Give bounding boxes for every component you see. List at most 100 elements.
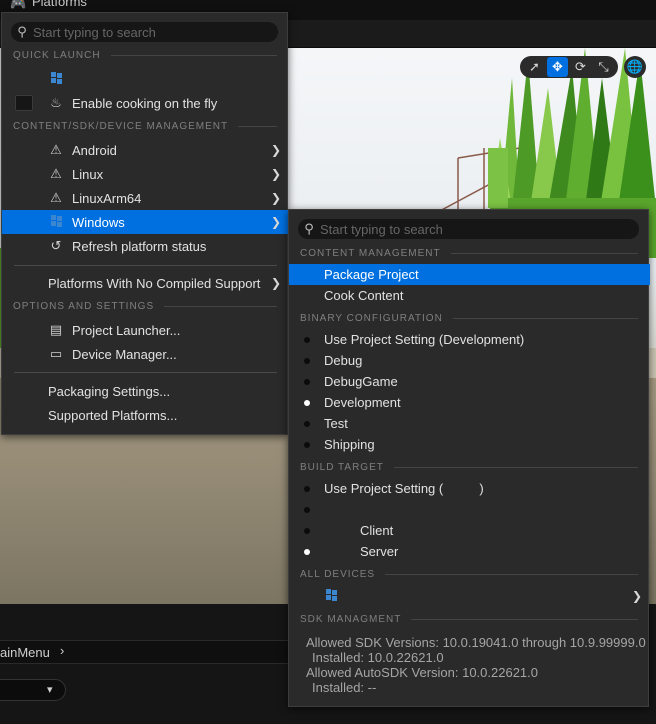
binary-test[interactable]: Test [289, 413, 650, 434]
rotate-icon[interactable]: ⟳ [570, 57, 591, 77]
platforms-no-compiled-support[interactable]: Platforms With No Compiled Support ❯ [2, 271, 289, 295]
target-option-label: Use Project Setting ( ) [324, 481, 484, 496]
cooking-pot-icon: ♨ [50, 95, 62, 110]
chevron-right-icon: ❯ [270, 167, 281, 181]
binary-development[interactable]: Development [289, 392, 650, 413]
chevron-right-icon: ❯ [270, 276, 281, 290]
package-project-label: Package Project [324, 267, 419, 282]
section-label: QUICK LAUNCH [13, 49, 101, 61]
bottom-combo-box[interactable]: ▾ [0, 679, 66, 701]
target-option-label: Client [360, 523, 394, 538]
target-client[interactable]: Client [289, 520, 650, 541]
radio-dot [304, 421, 310, 427]
binary-option-label: DebugGame [324, 374, 398, 389]
scale-icon[interactable]: ⤡ [593, 57, 614, 77]
section-content-management: CONTENT MANAGEMENT [289, 245, 650, 261]
transform-tools: ➚ ✥ ⟳ ⤡ [520, 56, 618, 78]
breadcrumb-label[interactable]: ainMenu [0, 645, 50, 660]
search-icon: ⚲ [17, 24, 27, 39]
device-manager[interactable]: ▭ Device Manager... [2, 342, 289, 366]
warning-icon: ⚠ [50, 166, 62, 181]
radio-dot [304, 442, 310, 448]
enable-cooking-label: Enable cooking on the fly [72, 95, 218, 111]
section-sdk-management: SDK MANAGMENT [289, 611, 650, 627]
section-options: OPTIONS AND SETTINGS [2, 298, 289, 314]
platform-linux[interactable]: ⚠ Linux ❯ [2, 162, 289, 186]
chevron-right-icon: ❯ [270, 143, 281, 157]
enable-cooking-toggle[interactable]: ♨ Enable cooking on the fly [2, 91, 289, 115]
chevron-down-icon: ▾ [47, 684, 53, 696]
section-quick-launch: QUICK LAUNCH [2, 47, 289, 63]
section-label: CONTENT MANAGEMENT [300, 247, 441, 259]
binary-option-label: Test [324, 416, 348, 431]
cook-content[interactable]: Cook Content [289, 285, 650, 306]
radio-dot-selected [304, 549, 310, 555]
radio-dot [304, 337, 310, 343]
platforms-search[interactable]: ⚲ [11, 22, 278, 42]
windows-logo-icon [48, 214, 66, 230]
binary-use-project-setting[interactable]: Use Project Setting (Development) [289, 329, 650, 350]
chevron-right-icon: ❯ [270, 191, 281, 205]
chevron-right-icon[interactable]: › [60, 643, 64, 658]
platform-windows[interactable]: Windows ❯ [2, 210, 289, 234]
platforms-search-input[interactable] [33, 24, 278, 40]
select-arrow-icon[interactable]: ➚ [524, 57, 545, 77]
move-icon[interactable]: ✥ [547, 57, 568, 77]
packaging-settings[interactable]: Packaging Settings... [2, 379, 289, 403]
binary-option-label: Shipping [324, 437, 375, 452]
target-server[interactable]: Server [289, 541, 650, 562]
breadcrumb[interactable]: ainMenu › [0, 640, 300, 664]
platform-android[interactable]: ⚠ Android ❯ [2, 138, 289, 162]
binary-option-label: Development [324, 395, 401, 410]
package-project[interactable]: Package Project [289, 264, 650, 285]
target-game[interactable] [289, 499, 650, 520]
platform-linuxarm64[interactable]: ⚠ LinuxArm64 ❯ [2, 186, 289, 210]
cook-content-label: Cook Content [324, 288, 404, 303]
section-label: SDK MANAGMENT [300, 613, 402, 625]
enable-cooking-checkbox[interactable] [15, 95, 33, 111]
binary-debug[interactable]: Debug [289, 350, 650, 371]
supported-platforms-label: Supported Platforms... [48, 407, 178, 423]
supported-platforms[interactable]: Supported Platforms... [2, 403, 289, 427]
all-devices-windows[interactable]: ❯ [289, 585, 650, 607]
divider [14, 265, 277, 266]
sdk-installed: Installed: 10.0.22621.0 [312, 650, 444, 665]
platforms-icon[interactable]: 🎮 [10, 0, 26, 12]
platform-label: Linux [72, 166, 104, 182]
quick-launch-windows[interactable] [2, 67, 289, 91]
refresh-platform-status[interactable]: ↺ Refresh platform status [2, 234, 289, 258]
autosdk-installed: Installed: -- [312, 680, 377, 695]
project-launcher[interactable]: ▤ Project Launcher... [2, 318, 289, 342]
windows-search-input[interactable] [320, 221, 639, 237]
project-launcher-label: Project Launcher... [72, 322, 181, 338]
section-label: BUILD TARGET [300, 461, 384, 473]
section-label: OPTIONS AND SETTINGS [13, 300, 155, 312]
binary-shipping[interactable]: Shipping [289, 434, 650, 455]
windows-search[interactable]: ⚲ [298, 219, 639, 239]
radio-dot [304, 528, 310, 534]
section-binary-configuration: BINARY CONFIGURATION [289, 310, 650, 326]
platform-label: Android [72, 142, 117, 158]
target-use-project-setting[interactable]: Use Project Setting ( ) [289, 478, 650, 499]
device-manager-label: Device Manager... [72, 346, 177, 362]
no-compiled-label: Platforms With No Compiled Support [48, 275, 261, 291]
section-label: BINARY CONFIGURATION [300, 312, 443, 324]
platforms-menu-button[interactable]: Platforms [32, 0, 87, 9]
binary-debuggame[interactable]: DebugGame [289, 371, 650, 392]
globe-icon[interactable]: 🌐 [624, 56, 646, 78]
refresh-icon: ↺ [50, 238, 62, 253]
windows-logo-icon [48, 71, 66, 87]
windows-logo-icon [323, 588, 341, 604]
autosdk-allowed-version: Allowed AutoSDK Version: 10.0.22621.0 [306, 665, 538, 680]
target-option-label: Server [360, 544, 399, 559]
section-build-target: BUILD TARGET [289, 459, 650, 475]
chevron-right-icon: ❯ [270, 215, 281, 229]
divider [14, 372, 277, 373]
section-content-sdk: CONTENT/SDK/DEVICE MANAGEMENT [2, 118, 289, 134]
platforms-menu: ⚲ QUICK LAUNCH ♨ Enable cooking on the f… [1, 12, 289, 435]
section-label: ALL DEVICES [300, 568, 376, 580]
sdk-allowed-versions: Allowed SDK Versions: 10.0.19041.0 throu… [306, 635, 646, 650]
radio-dot [304, 358, 310, 364]
refresh-label: Refresh platform status [72, 238, 207, 254]
search-icon: ⚲ [304, 221, 314, 236]
